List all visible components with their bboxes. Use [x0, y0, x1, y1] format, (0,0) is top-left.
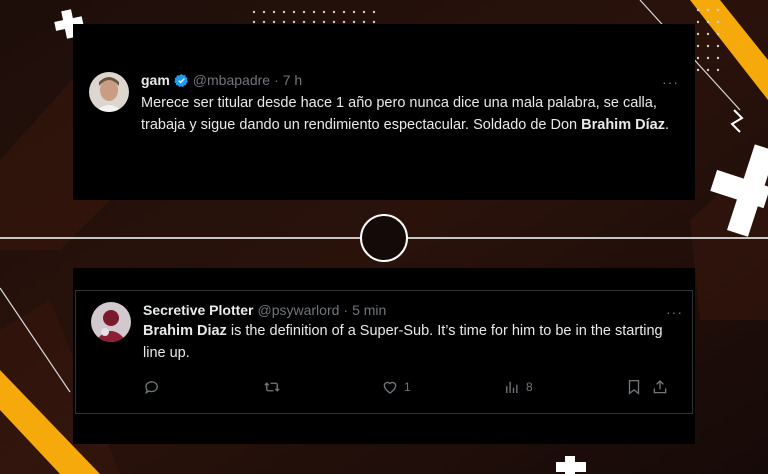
views-count: 8	[526, 380, 533, 394]
tweet-1[interactable]: gam @mbapadre · 7 h ··· Merece ser titul…	[89, 72, 679, 136]
avatar[interactable]	[91, 302, 131, 342]
retweet-icon	[264, 382, 280, 392]
bookmark-button[interactable]	[625, 378, 651, 396]
tweet-card-1: gam @mbapadre · 7 h ··· Merece ser titul…	[73, 24, 695, 200]
separator: ·	[274, 72, 279, 88]
tweet-2[interactable]: Secretive Plotter @psywarlord · 5 min ··…	[91, 302, 683, 396]
separator: ·	[343, 302, 349, 318]
author-name[interactable]: Secretive Plotter	[143, 302, 254, 318]
share-button[interactable]	[651, 378, 669, 396]
like-icon	[383, 381, 397, 394]
avatar[interactable]	[89, 72, 129, 112]
retweet-button[interactable]	[263, 378, 381, 396]
bookmark-icon	[628, 379, 640, 395]
tweet-text-part: Merece ser titular desde hace 1 año pero…	[141, 95, 657, 133]
reply-button[interactable]	[143, 378, 263, 396]
verified-badge-icon	[173, 73, 189, 88]
tweet-mention-bold: Brahim Diaz	[143, 323, 227, 339]
field-center-circle	[360, 214, 408, 262]
views-button[interactable]: 8	[503, 378, 625, 396]
timestamp[interactable]: 5 min	[352, 302, 386, 318]
author-handle[interactable]: @mbapadre	[193, 72, 270, 88]
share-icon	[653, 380, 667, 394]
tweet-text: Merece ser titular desde hace 1 año pero…	[141, 92, 679, 136]
like-count: 1	[404, 380, 411, 394]
tweet-card-2: Secretive Plotter @psywarlord · 5 min ··…	[73, 268, 695, 444]
author-name[interactable]: gam	[141, 72, 170, 88]
tweet-text: Brahim Diaz is the definition of a Super…	[143, 320, 683, 364]
timestamp[interactable]: 7 h	[283, 72, 302, 88]
tweet-actions: 1 8	[143, 378, 683, 396]
tweet-text-part: .	[664, 117, 669, 133]
tweet-mention-bold: Brahim Díaz	[581, 117, 665, 133]
author-handle[interactable]: @psywarlord	[258, 302, 340, 318]
more-icon[interactable]: ···	[666, 304, 683, 320]
like-button[interactable]: 1	[381, 378, 503, 396]
views-icon	[506, 381, 518, 393]
more-icon[interactable]: ···	[662, 74, 679, 90]
reply-icon	[145, 381, 158, 395]
